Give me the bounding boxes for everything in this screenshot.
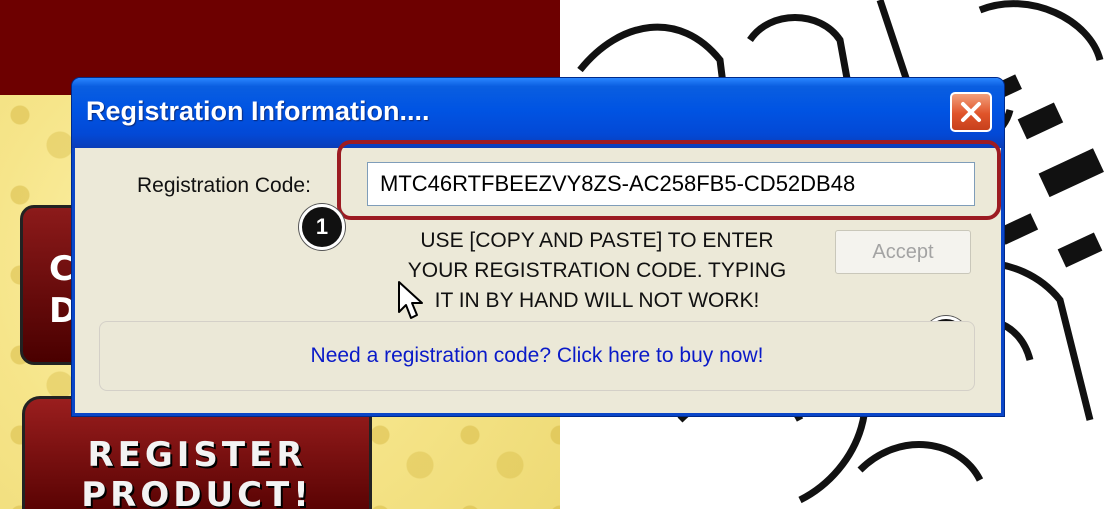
dialog-titlebar[interactable]: Registration Information.... xyxy=(72,78,1004,148)
dialog-client-area: Registration Code: 1 USE [COPY AND PASTE… xyxy=(75,140,1001,413)
accept-button[interactable]: Accept xyxy=(835,230,971,274)
buy-link-box: Need a registration code? Click here to … xyxy=(99,321,975,391)
step-marker-1: 1 xyxy=(299,204,345,250)
close-icon xyxy=(961,102,981,122)
instruction-line-3: IT IN BY HAND WILL NOT WORK! xyxy=(434,289,760,312)
registration-code-input[interactable] xyxy=(367,162,975,206)
registration-code-label: Registration Code: xyxy=(137,174,311,197)
register-product-line2: PRODUCT! xyxy=(81,475,313,509)
close-button[interactable] xyxy=(950,92,992,132)
buy-now-link[interactable]: Need a registration code? Click here to … xyxy=(311,344,764,368)
register-product-line1: REGISTER xyxy=(87,435,307,475)
dialog-title: Registration Information.... xyxy=(86,96,430,126)
instruction-line-1: USE [COPY AND PASTE] TO ENTER xyxy=(420,229,774,252)
mouse-pointer-icon xyxy=(398,281,423,319)
registration-dialog: Registration Information.... Registratio… xyxy=(72,78,1004,416)
instruction-text: USE [COPY AND PASTE] TO ENTER YOUR REGIS… xyxy=(357,226,837,316)
instruction-line-2: YOUR REGISTRATION CODE. TYPING xyxy=(407,259,787,282)
